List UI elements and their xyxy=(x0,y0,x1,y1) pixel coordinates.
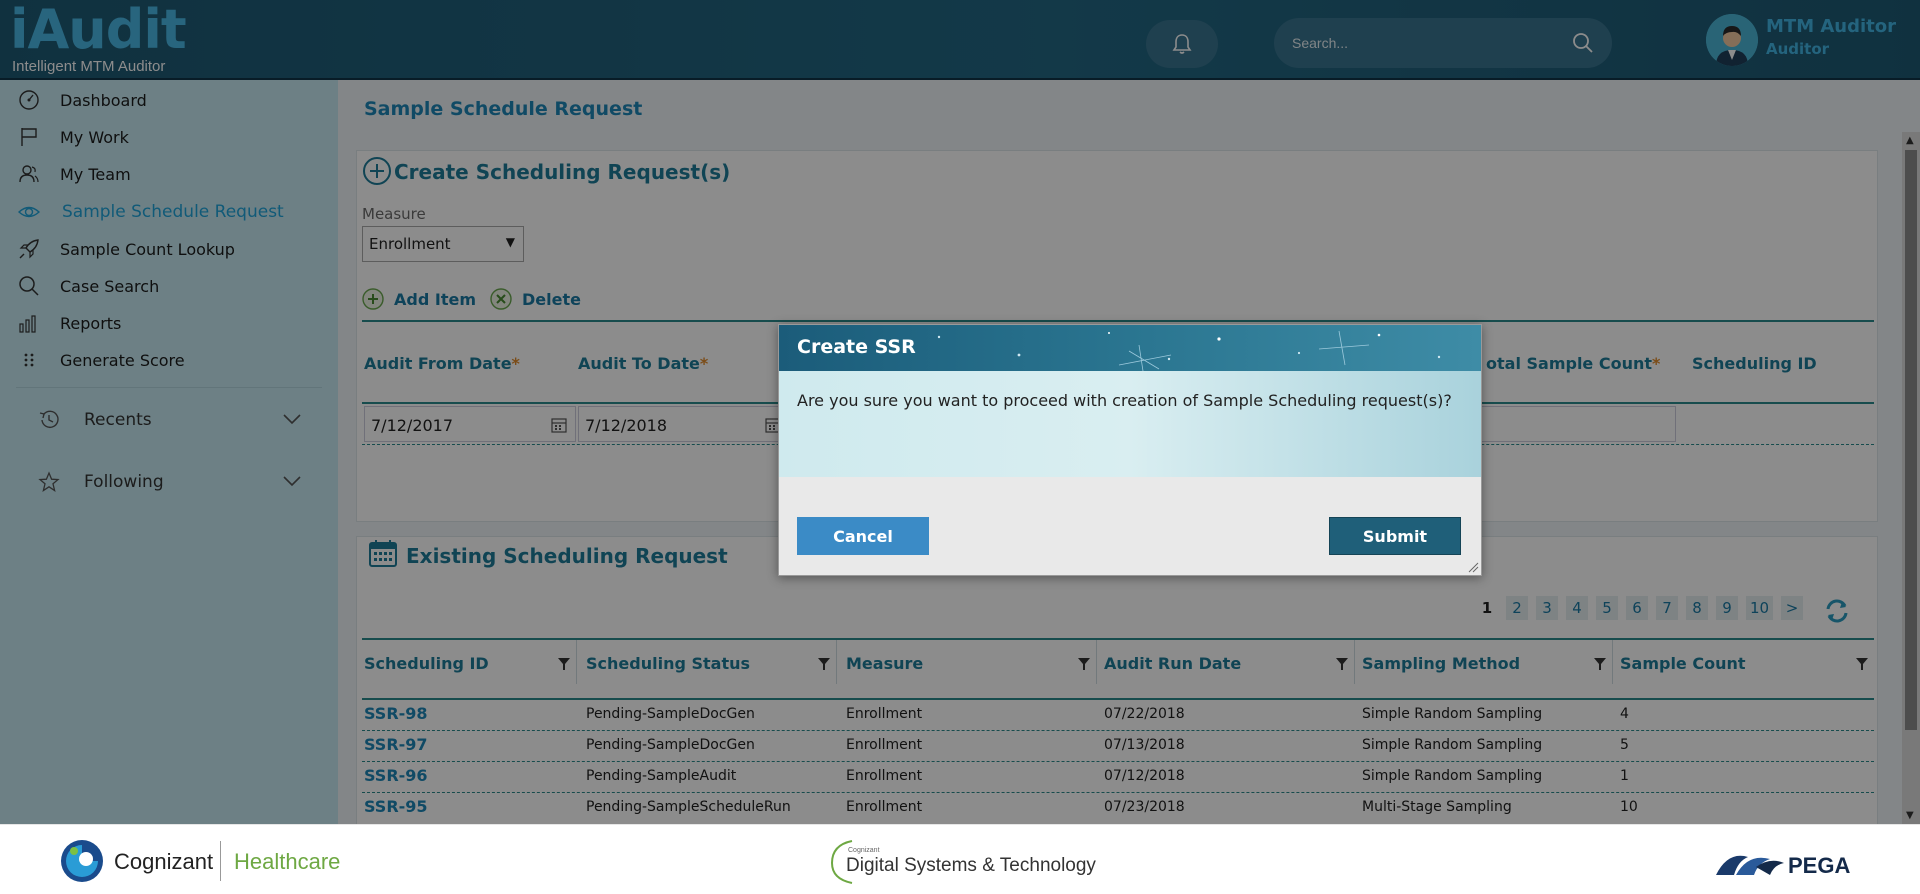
dst-text: Digital Systems & Technology xyxy=(846,855,1096,876)
footer: Cognizant Healthcare Cognizant Digital S… xyxy=(0,824,1920,894)
dst-small-text: Cognizant xyxy=(848,847,880,854)
cognizant-text: Cognizant xyxy=(114,849,214,874)
pega-logo-icon xyxy=(1716,855,1784,875)
cancel-button[interactable]: Cancel xyxy=(797,517,929,555)
submit-button[interactable]: Submit xyxy=(1329,517,1461,555)
healthcare-text: Healthcare xyxy=(234,849,341,874)
pega-text: PEGA xyxy=(1788,853,1851,878)
modal-title: Create SSR xyxy=(797,336,916,358)
create-ssr-modal: Create SSR Are you sure you want to proc… xyxy=(778,324,1482,576)
modal-header: Create SSR xyxy=(779,325,1481,371)
modal-body: Are you sure you want to proceed with cr… xyxy=(779,371,1481,477)
cognizant-logo-icon xyxy=(61,840,103,882)
footer-separator xyxy=(220,841,221,881)
modal-message: Are you sure you want to proceed with cr… xyxy=(797,391,1452,410)
resize-handle-icon[interactable] xyxy=(1467,561,1479,573)
